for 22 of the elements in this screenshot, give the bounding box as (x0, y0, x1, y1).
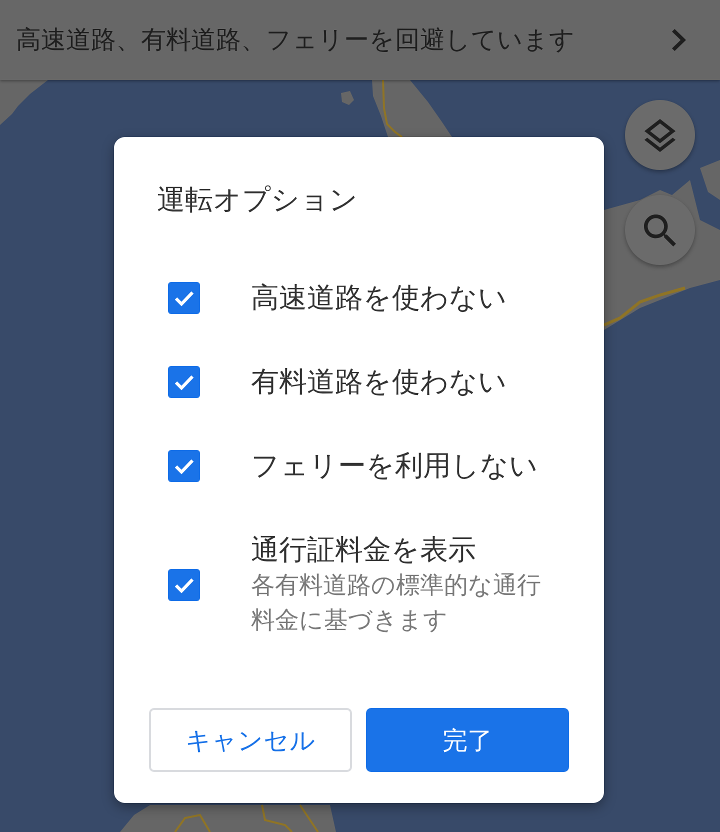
checkbox[interactable] (168, 282, 200, 314)
search-icon (644, 214, 676, 246)
road-line (382, 80, 403, 138)
route-banner[interactable]: 高速道路、有料道路、フェリーを回避しています (0, 0, 720, 80)
done-button[interactable]: 完了 (366, 708, 569, 772)
cancel-button[interactable]: キャンセル (149, 708, 352, 772)
option-description: 各有料道路の標準的な通行料金に基づきます (251, 571, 542, 636)
checkbox[interactable] (168, 366, 200, 398)
road-line (299, 804, 319, 832)
checkbox[interactable] (168, 569, 200, 601)
checkbox[interactable] (168, 450, 200, 482)
option-label: フェリーを利用しない (251, 449, 538, 483)
road-line (174, 814, 211, 832)
option-label: 高速道路を使わない (251, 281, 507, 315)
option-label: 通行証料金を表示 (251, 533, 476, 567)
road-line (261, 804, 293, 832)
land-area (700, 160, 720, 200)
layers-icon (644, 118, 676, 152)
island (341, 91, 354, 105)
option-label: 有料道路を使わない (251, 365, 507, 399)
chevron-right-icon (672, 29, 686, 51)
dialog-title: 運転オプション (156, 183, 358, 217)
